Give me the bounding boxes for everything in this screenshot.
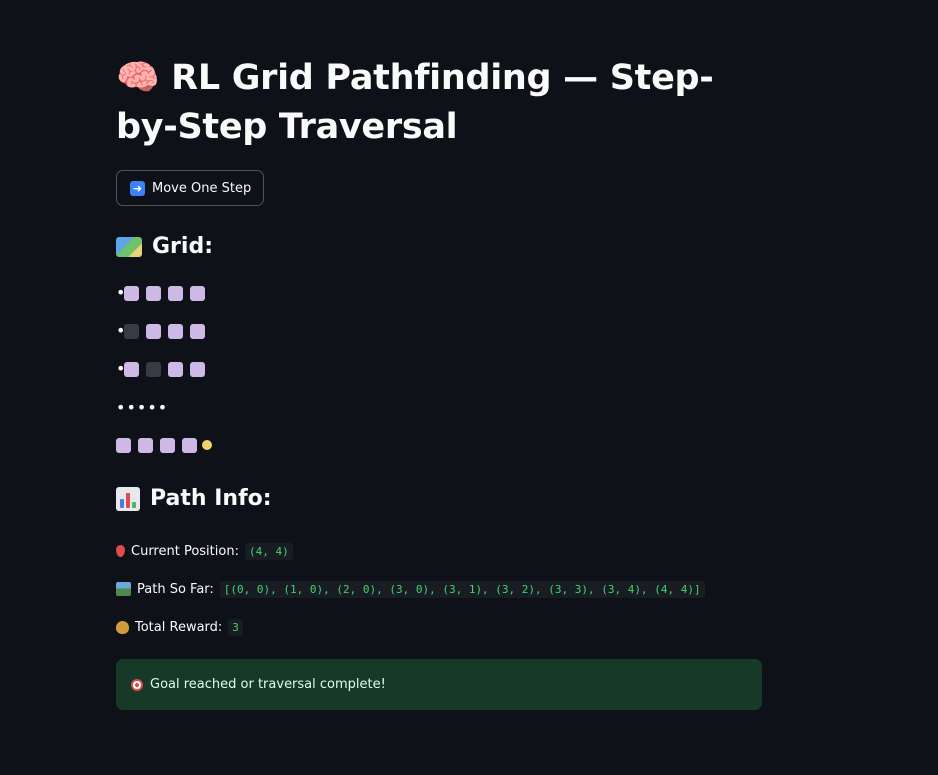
map-icon (116, 237, 142, 257)
path-so-far-value: [(0, 0), (1, 0), (2, 0), (3, 0), (3, 1),… (219, 580, 705, 598)
grid-row: • (116, 350, 762, 388)
grid-cells (124, 323, 205, 339)
grid-cell-open (168, 285, 183, 301)
move-one-step-button[interactable]: ➜ Move One Step (116, 170, 265, 206)
move-one-step-label: Move One Step (152, 180, 252, 196)
success-alert: Goal reached or traversal complete! (116, 659, 762, 710)
grid-cell-wall (124, 323, 139, 339)
path-info: Current Position: (4, 4) Path So Far: [(… (116, 532, 762, 646)
grid-row-text: ••••• (116, 397, 169, 417)
grid-heading-text: Grid: (152, 234, 213, 259)
grid-cell-open (116, 437, 131, 453)
total-reward-value: 3 (228, 618, 243, 636)
list-bullet: • (116, 359, 126, 378)
grid-cell-open (168, 323, 183, 339)
money-bag-icon (116, 620, 129, 634)
grid-cells (124, 285, 205, 301)
path-info-heading: Path Info: (116, 484, 762, 514)
success-alert-text: Goal reached or traversal complete! (150, 677, 386, 692)
current-position-value: (4, 4) (244, 542, 293, 560)
path-info-heading-text: Path Info: (150, 486, 272, 511)
path-so-far-row: Path So Far: [(0, 0), (1, 0), (2, 0), (3… (116, 570, 762, 608)
list-bullet: • (116, 283, 126, 302)
grid-cells (116, 437, 212, 453)
grid-cell-open (138, 437, 153, 453)
grid-cell-open (190, 361, 205, 377)
right-arrow-icon: ➜ (130, 180, 145, 196)
grid-row: • (116, 274, 762, 312)
grid-cell-open (190, 285, 205, 301)
grid-row: ••••• (116, 388, 762, 426)
total-reward-label: Total Reward: (135, 619, 223, 635)
grid-cell-open (190, 323, 205, 339)
grid-cell-open (160, 437, 175, 453)
grid-cell-open (182, 437, 197, 453)
agent-icon (202, 440, 212, 450)
total-reward-row: Total Reward: 3 (116, 608, 762, 646)
grid-cell-open (146, 285, 161, 301)
current-position-row: Current Position: (4, 4) (116, 532, 762, 570)
page-title: 🧠 RL Grid Pathfinding — Step-by-Step Tra… (116, 58, 714, 147)
current-position-label: Current Position: (131, 543, 239, 559)
grid-heading: Grid: (116, 232, 762, 262)
path-so-far-label: Path So Far: (137, 581, 214, 597)
list-bullet: • (116, 321, 126, 340)
grid-cell-open (168, 361, 183, 377)
grid-cell-open (124, 361, 139, 377)
target-icon (131, 678, 143, 691)
grid-cell-open (146, 323, 161, 339)
grid-row (116, 426, 762, 464)
main-container: 🧠 RL Grid Pathfinding — Step-by-Step Tra… (116, 54, 762, 710)
grid-cells (124, 361, 205, 377)
road-icon (116, 582, 131, 596)
grid-cell-wall (146, 361, 161, 377)
grid-cell-open (124, 285, 139, 301)
grid-row: • (116, 312, 762, 350)
pin-icon (116, 545, 125, 557)
bar-chart-icon (116, 487, 140, 511)
grid-display: • • • ••••• (116, 274, 762, 464)
